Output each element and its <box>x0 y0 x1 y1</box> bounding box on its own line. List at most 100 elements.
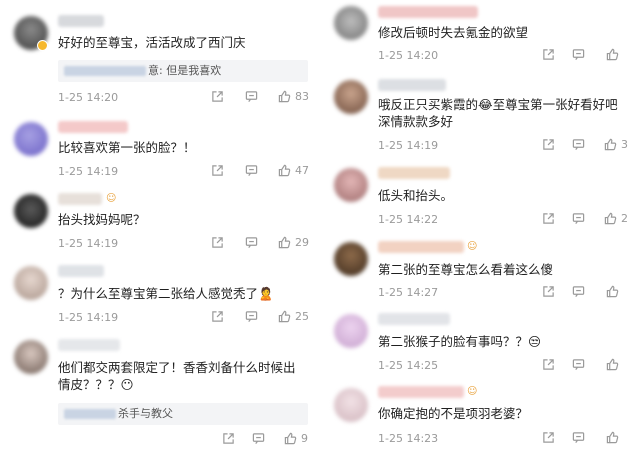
like-icon <box>278 310 291 323</box>
comment-icon <box>245 90 258 103</box>
comment-text: 抬头找妈妈呢？ <box>58 212 146 227</box>
like-button[interactable] <box>606 431 623 444</box>
avatar[interactable] <box>14 122 48 156</box>
username[interactable] <box>378 313 450 325</box>
comment-text-line-2: 情皮？？？😶 <box>58 377 134 392</box>
like-button[interactable]: 9 <box>284 432 308 445</box>
username[interactable] <box>58 339 120 351</box>
comment-text: 哦反正只买紫霞的😂至尊宝第一张好看好吧 <box>378 97 618 112</box>
share-button[interactable] <box>542 212 555 225</box>
like-button[interactable]: 3 <box>604 138 628 151</box>
quoted-reply[interactable]: 意: 但是我喜欢 <box>58 60 308 82</box>
comment-icon <box>572 212 585 225</box>
comment-button[interactable] <box>245 236 258 249</box>
share-button[interactable] <box>211 90 224 103</box>
comment-button[interactable] <box>572 285 585 298</box>
comment-icon <box>252 432 265 445</box>
comment-time: 1-25 14:19 <box>58 311 119 324</box>
comment-button[interactable] <box>245 310 258 323</box>
comment-button[interactable] <box>245 90 258 103</box>
avatar[interactable] <box>334 388 368 422</box>
like-button[interactable] <box>606 358 623 371</box>
username[interactable] <box>58 193 102 205</box>
comment-time: 1-25 14:27 <box>378 286 439 299</box>
comment-text: 第二张的至尊宝怎么看着这么傻 <box>378 262 554 277</box>
comment-icon <box>572 138 585 151</box>
comment-icon <box>572 431 585 444</box>
share-icon <box>542 138 555 151</box>
comment-item: ☺ 抬头找妈妈呢？ 1-25 14:19 29 <box>0 184 320 256</box>
username[interactable] <box>378 6 478 18</box>
like-button[interactable]: 2 <box>604 212 628 225</box>
avatar[interactable] <box>14 266 48 300</box>
avatar[interactable] <box>14 340 48 374</box>
like-icon <box>606 285 619 298</box>
share-button[interactable] <box>211 164 224 177</box>
avatar[interactable] <box>334 168 368 202</box>
comment-text: ？为什么至尊宝第二张给人感觉秃了🙎 <box>58 286 274 301</box>
comment-button[interactable] <box>572 212 585 225</box>
share-icon <box>542 212 555 225</box>
comment-item: ☺ 第二张的至尊宝怎么看着这么傻 1-25 14:27 <box>320 234 640 308</box>
comment-icon <box>572 285 585 298</box>
share-button[interactable] <box>542 138 555 151</box>
share-button[interactable] <box>222 432 235 445</box>
comment-text: 比较喜欢第一张的脸？！ <box>58 140 196 155</box>
quoted-reply-text: 意: 但是我喜欢 <box>148 64 222 77</box>
avatar[interactable] <box>334 6 368 40</box>
share-button[interactable] <box>542 48 555 61</box>
username[interactable] <box>378 241 464 253</box>
quoted-reply[interactable]: 杀手与教父 <box>58 403 308 425</box>
comment-button[interactable] <box>572 358 585 371</box>
emoji-badge: ☺ <box>467 386 478 397</box>
comment-time: 1-25 14:19 <box>58 237 119 250</box>
share-button[interactable] <box>542 358 555 371</box>
comment-icon <box>245 236 258 249</box>
share-icon <box>542 285 555 298</box>
share-button[interactable] <box>542 285 555 298</box>
comment-button[interactable] <box>252 432 265 445</box>
comment-item: 第二张猴子的脸有事吗？？😒 1-25 14:25 <box>320 308 640 380</box>
username[interactable] <box>378 167 450 179</box>
like-button[interactable] <box>606 285 623 298</box>
comment-time: 1-25 14:22 <box>378 213 439 226</box>
comment-time: 1-25 14:20 <box>378 49 439 62</box>
share-button[interactable] <box>211 236 224 249</box>
comment-button[interactable] <box>245 164 258 177</box>
comment-text: 第二张猴子的脸有事吗？？😒 <box>378 334 542 349</box>
like-button[interactable]: 47 <box>278 164 309 177</box>
like-icon <box>606 48 619 61</box>
comment-button[interactable] <box>572 138 585 151</box>
avatar[interactable] <box>334 242 368 276</box>
share-button[interactable] <box>211 310 224 323</box>
comment-text: 修改后顿时失去氪金的欲望 <box>378 25 529 40</box>
like-icon <box>606 431 619 444</box>
comment-text: 低头和抬头。 <box>378 188 454 203</box>
comment-time: 1-25 14:20 <box>58 91 119 104</box>
username[interactable] <box>58 121 128 133</box>
like-count: 3 <box>621 138 628 151</box>
like-button[interactable]: 25 <box>278 310 309 323</box>
username[interactable] <box>378 386 464 398</box>
username[interactable] <box>378 79 446 91</box>
comment-time: 1-25 14:19 <box>58 165 119 178</box>
comment-icon <box>245 310 258 323</box>
comment-icon <box>572 48 585 61</box>
comment-column-left: 好好的至尊宝，活活改成了西门庆 意: 但是我喜欢 1-25 14:20 83 比… <box>0 0 320 449</box>
share-button[interactable] <box>542 431 555 444</box>
comment-button[interactable] <box>572 48 585 61</box>
comment-text-line-2: 深情款款多好 <box>378 114 454 129</box>
username[interactable] <box>58 15 104 27</box>
like-button[interactable]: 83 <box>278 90 309 103</box>
avatar[interactable] <box>14 194 48 228</box>
avatar[interactable] <box>334 314 368 348</box>
like-icon <box>604 212 617 225</box>
quoted-username <box>64 66 146 76</box>
comment-button[interactable] <box>572 431 585 444</box>
like-button[interactable]: 29 <box>278 236 309 249</box>
comment-item: 比较喜欢第一张的脸？！ 1-25 14:19 47 <box>0 112 320 184</box>
like-button[interactable] <box>606 48 623 61</box>
username[interactable] <box>58 265 104 277</box>
avatar[interactable] <box>334 80 368 114</box>
share-icon <box>211 236 224 249</box>
